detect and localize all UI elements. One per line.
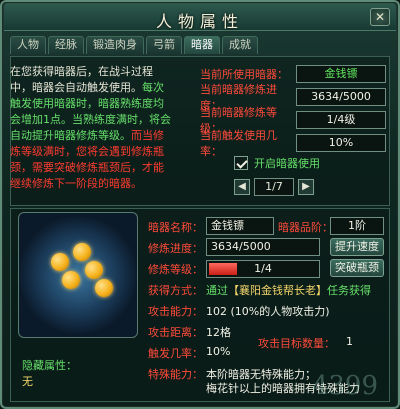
special-label: 特殊能力： bbox=[148, 368, 203, 381]
intro-line-2: 中，暗器会自动触发使用。每次 bbox=[10, 80, 190, 96]
obtain-task: 【襄阳金钱帮长老】 bbox=[228, 284, 327, 297]
stat-row: 当前触发使用几率： 10% bbox=[200, 129, 386, 158]
intro-line-3: 触发使用暗器时，暗器熟练度均 bbox=[10, 97, 164, 110]
tab-bow[interactable]: 弓箭 bbox=[146, 36, 182, 54]
attack-value: 102 (10%的人物攻击力) bbox=[206, 305, 330, 318]
distance-label: 攻击距离： bbox=[148, 326, 203, 339]
tab-achievement[interactable]: 成就 bbox=[222, 36, 258, 54]
tab-body-forge[interactable]: 锻造肉身 bbox=[86, 36, 144, 54]
obtain-value: 通过【襄阳金钱帮长老】任务获得 bbox=[206, 282, 371, 298]
trigger-value: 10% bbox=[206, 345, 231, 358]
stat-value: 金钱镖 bbox=[296, 65, 386, 83]
hidden-attribute-value: 无 bbox=[22, 375, 33, 388]
progress-value: 3634/5000 bbox=[206, 238, 320, 256]
chevron-left-icon: ◀ bbox=[238, 181, 246, 192]
intro-line-8: 继续修炼下一阶段的暗器。 bbox=[10, 177, 142, 190]
window-title: 人物属性 bbox=[155, 12, 244, 31]
level-progress-text: 1/4 bbox=[254, 262, 272, 275]
weapon-name-value: 金钱镖 bbox=[206, 217, 274, 235]
coin-icon bbox=[51, 253, 69, 271]
coin-icon bbox=[95, 279, 113, 297]
enable-weapon-checkbox[interactable] bbox=[234, 156, 248, 170]
weapon-pager: ◀ 1/7 ▶ bbox=[234, 178, 314, 196]
prev-page-button[interactable]: ◀ bbox=[234, 179, 250, 195]
page-indicator: 1/7 bbox=[254, 178, 294, 196]
intro-text: 在您获得暗器后，在战斗过程 中，暗器会自动触发使用。每次 触发使用暗器时，暗器熟… bbox=[10, 64, 190, 192]
watermark: 4399 bbox=[311, 371, 378, 401]
stat-value: 1/4级 bbox=[296, 111, 386, 129]
close-icon: ✕ bbox=[374, 10, 386, 24]
close-button[interactable]: ✕ bbox=[370, 8, 390, 26]
tab-hidden-weapon[interactable]: 暗器 bbox=[184, 36, 220, 54]
obtain-label: 获得方式： bbox=[148, 284, 203, 297]
intro-line-5-red: 而当修 bbox=[131, 129, 164, 142]
weapon-name-label: 暗器名称： bbox=[148, 221, 203, 234]
progress-label: 修炼进度： bbox=[148, 242, 203, 255]
coin-icon bbox=[85, 261, 103, 279]
coin-icon bbox=[73, 243, 91, 261]
weapon-grade-label: 暗器品阶： bbox=[278, 221, 333, 234]
tab-bar: 人物 经脉 锻造肉身 弓箭 暗器 成就 bbox=[10, 36, 258, 54]
coin-icon bbox=[62, 271, 80, 289]
level-progress-bar: 1/4 bbox=[206, 260, 320, 278]
hidden-attribute-label: 隐藏属性： bbox=[22, 359, 77, 372]
intro-line-6: 炼等级满时，您将会遇到修炼瓶 bbox=[10, 145, 164, 158]
hidden-attribute: 隐藏属性： 无 bbox=[22, 358, 77, 390]
targets-label: 攻击目标数量： bbox=[258, 337, 335, 350]
intro-line-4: 会增加1点。当熟练度满时，将会 bbox=[10, 113, 171, 126]
tab-character[interactable]: 人物 bbox=[10, 36, 46, 54]
distance-value: 12格 bbox=[206, 326, 231, 339]
attack-label: 攻击能力： bbox=[148, 305, 203, 318]
intro-line-2-green: 每次 bbox=[142, 81, 164, 94]
tab-meridian[interactable]: 经脉 bbox=[48, 36, 84, 54]
hidden-weapon-portrait bbox=[18, 212, 138, 338]
intro-line-7: 颈，需要突破修炼瓶颈后，才能 bbox=[10, 161, 164, 174]
improve-speed-button[interactable]: 提升速度 bbox=[330, 238, 384, 256]
intro-line-2-white: 中，暗器会自动触发使用。 bbox=[10, 81, 142, 94]
weapon-grade-value: 1阶 bbox=[330, 217, 384, 235]
targets-value: 1 bbox=[346, 335, 353, 348]
breakthrough-button[interactable]: 突破瓶颈 bbox=[330, 259, 384, 277]
stat-label: 当前所使用暗器： bbox=[200, 68, 288, 81]
obtain-suffix: 任务获得 bbox=[327, 284, 371, 297]
intro-line-5: 自动提升暗器修炼等级。而当修 bbox=[10, 128, 190, 144]
chevron-right-icon: ▶ bbox=[302, 181, 310, 192]
enable-weapon-row: 开启暗器使用 bbox=[234, 155, 320, 171]
level-label: 修炼等级： bbox=[148, 263, 203, 276]
trigger-label: 触发几率： bbox=[148, 347, 203, 360]
stat-value: 10% bbox=[296, 134, 386, 152]
intro-line-5-green: 自动提升暗器修炼等级。 bbox=[10, 129, 131, 142]
stat-value: 3634/5000 bbox=[296, 88, 386, 106]
obtain-prefix: 通过 bbox=[206, 284, 228, 297]
current-weapon-stats: 当前所使用暗器： 金钱镖 当前暗器修炼进度： 3634/5000 当前暗器修炼等… bbox=[200, 64, 386, 158]
enable-weapon-label: 开启暗器使用 bbox=[254, 157, 320, 170]
next-page-button[interactable]: ▶ bbox=[298, 179, 314, 195]
intro-line-1: 在您获得暗器后，在战斗过程 bbox=[10, 65, 153, 78]
window-titlebar: 人物属性 ✕ bbox=[4, 3, 396, 31]
